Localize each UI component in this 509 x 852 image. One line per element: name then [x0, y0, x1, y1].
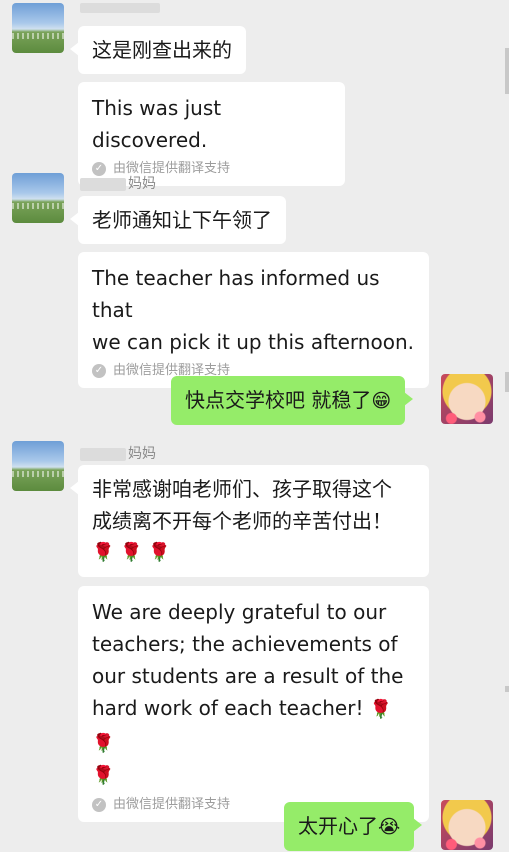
sender-avatar[interactable]	[12, 441, 64, 491]
translation-text: This was just discovered.	[92, 96, 222, 152]
sender-avatar[interactable]	[12, 173, 64, 223]
grin-emoji-icon: 😁	[371, 390, 392, 412]
support-label: 由微信提供翻译支持	[113, 797, 231, 812]
check-circle-icon: ✓	[92, 364, 106, 378]
my-message-bubble[interactable]: 快点交学校吧 就稳了😁	[171, 376, 414, 425]
name-redaction	[80, 447, 126, 461]
translation-text-line: teachers; the achievements of	[92, 632, 398, 656]
check-circle-icon: ✓	[92, 798, 106, 812]
sender-name-blurred	[80, 0, 162, 16]
translation-text-line: we can pick it up this afternoon.	[92, 330, 414, 354]
scroll-indicator[interactable]	[505, 372, 509, 392]
translation-card[interactable]: We are deeply grateful to our teachers; …	[78, 586, 429, 822]
name-redaction	[80, 177, 126, 191]
translation-text-line: The teacher has informed us that	[92, 266, 380, 322]
my-avatar[interactable]	[441, 800, 493, 850]
translation-text-fragment: hard work of each teacher!	[92, 696, 364, 720]
name-redaction	[80, 3, 160, 13]
tears-of-joy-emoji-icon: 😭	[378, 816, 401, 838]
message-text: 快点交学校吧 就稳了	[185, 388, 372, 412]
translation-card[interactable]: The teacher has informed us that we can …	[78, 252, 429, 388]
rose-emoji-icon: 🌹	[92, 765, 115, 786]
sender-name: 妈妈	[80, 173, 156, 193]
my-avatar[interactable]	[441, 374, 493, 424]
message-text: 这是刚查出来的	[92, 38, 232, 62]
message-bubble[interactable]: 非常感谢咱老师们、孩子取得这个 成绩离不开每个老师的辛苦付出！ 🌹 🌹 🌹	[70, 465, 429, 577]
translation-text-line: our students are a result of the	[92, 664, 404, 688]
sender-name-suffix: 妈妈	[128, 446, 156, 462]
sender-name-suffix: 妈妈	[128, 176, 156, 192]
translation-text-line: hard work of each teacher! 🌹 🌹	[92, 692, 415, 760]
my-message-bubble[interactable]: 太开心了😭	[284, 802, 423, 851]
scroll-indicator[interactable]	[505, 48, 509, 94]
message-text: 太开心了	[298, 814, 378, 838]
message-text-line: 非常感谢咱老师们、孩子取得这个	[92, 477, 392, 501]
rose-emoji-icon: 🌹 🌹 🌹	[92, 542, 171, 563]
message-text: 老师通知让下午领了	[92, 208, 272, 232]
message-text-line: 成绩离不开每个老师的辛苦付出！	[92, 509, 392, 533]
message-bubble[interactable]: 这是刚查出来的	[70, 26, 246, 74]
translation-text-line: We are deeply grateful to our	[92, 600, 387, 624]
sender-name: 妈妈	[80, 443, 156, 463]
scroll-indicator[interactable]	[505, 686, 509, 692]
translation-card[interactable]: This was just discovered. ✓ 由微信提供翻译支持	[78, 82, 345, 186]
message-bubble[interactable]: 老师通知让下午领了	[70, 196, 286, 244]
sender-avatar[interactable]	[12, 3, 64, 53]
